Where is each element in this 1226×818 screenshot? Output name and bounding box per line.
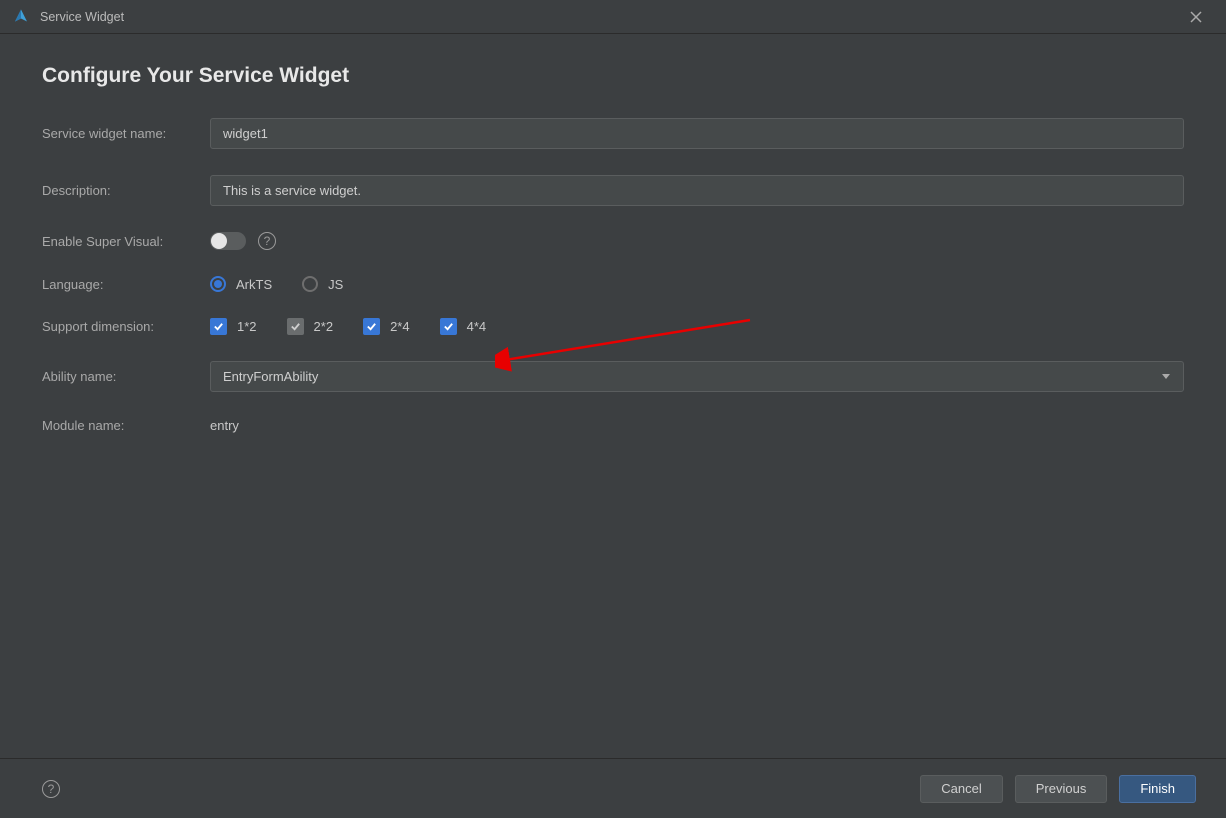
radio-arkts[interactable]: ArkTS	[210, 276, 272, 292]
checkbox-icon	[440, 318, 457, 335]
widget-name-input[interactable]	[210, 118, 1184, 149]
close-icon	[1190, 11, 1202, 23]
checkbox-label: 1*2	[237, 319, 257, 334]
label-dimension: Support dimension:	[42, 319, 210, 334]
description-input[interactable]	[210, 175, 1184, 206]
footer-help-icon[interactable]: ?	[42, 780, 60, 798]
check-1x2[interactable]: 1*2	[210, 318, 257, 335]
chevron-down-icon	[1161, 369, 1171, 384]
super-visual-help-icon[interactable]: ?	[258, 232, 276, 250]
titlebar: Service Widget	[0, 0, 1226, 34]
check-4x4[interactable]: 4*4	[440, 318, 487, 335]
radio-label: ArkTS	[236, 277, 272, 292]
finish-button[interactable]: Finish	[1119, 775, 1196, 803]
label-language: Language:	[42, 277, 210, 292]
row-super-visual: Enable Super Visual: ?	[42, 232, 1184, 250]
checkbox-label: 2*2	[314, 319, 334, 334]
radio-js[interactable]: JS	[302, 276, 343, 292]
label-description: Description:	[42, 183, 210, 198]
cancel-button[interactable]: Cancel	[920, 775, 1002, 803]
module-value: entry	[210, 418, 239, 433]
label-ability: Ability name:	[42, 369, 210, 384]
toggle-knob	[211, 233, 227, 249]
content-area: Configure Your Service Widget Service wi…	[0, 34, 1226, 758]
language-radio-group: ArkTS JS	[210, 276, 343, 292]
checkbox-icon	[210, 318, 227, 335]
check-2x2[interactable]: 2*2	[287, 318, 334, 335]
dropdown-value: EntryFormAbility	[223, 369, 318, 384]
row-ability: Ability name: EntryFormAbility	[42, 361, 1184, 392]
dimension-check-group: 1*2 2*2 2*4	[210, 318, 486, 335]
ability-dropdown[interactable]: EntryFormAbility	[210, 361, 1184, 392]
app-logo-icon	[12, 8, 30, 26]
super-visual-toggle[interactable]	[210, 232, 246, 250]
check-2x4[interactable]: 2*4	[363, 318, 410, 335]
row-description: Description:	[42, 175, 1184, 206]
radio-dot-icon	[302, 276, 318, 292]
previous-button[interactable]: Previous	[1015, 775, 1108, 803]
checkbox-icon	[363, 318, 380, 335]
footer: ? Cancel Previous Finish	[0, 758, 1226, 818]
row-dimension: Support dimension: 1*2 2*2	[42, 318, 1184, 335]
label-module: Module name:	[42, 418, 210, 433]
row-widget-name: Service widget name:	[42, 118, 1184, 149]
close-button[interactable]	[1176, 0, 1216, 34]
row-language: Language: ArkTS JS	[42, 276, 1184, 292]
label-widget-name: Service widget name:	[42, 126, 210, 141]
radio-dot-icon	[210, 276, 226, 292]
radio-label: JS	[328, 277, 343, 292]
label-super-visual: Enable Super Visual:	[42, 234, 210, 249]
row-module: Module name: entry	[42, 418, 1184, 433]
window-title: Service Widget	[40, 10, 124, 24]
checkbox-label: 4*4	[467, 319, 487, 334]
checkbox-icon	[287, 318, 304, 335]
page-title: Configure Your Service Widget	[42, 64, 1184, 88]
checkbox-label: 2*4	[390, 319, 410, 334]
